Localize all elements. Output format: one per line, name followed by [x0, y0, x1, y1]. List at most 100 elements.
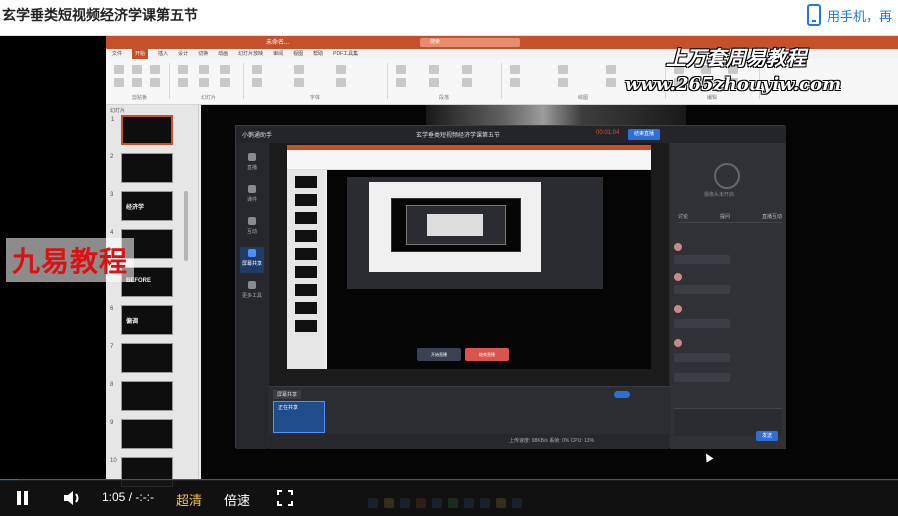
ppt-tab[interactable]: 设计 [178, 49, 188, 59]
ribbon-tool-icon[interactable] [462, 78, 472, 87]
chat-message [674, 353, 730, 362]
share-nav-item[interactable]: 更多工具 [240, 279, 264, 305]
ribbon-tool-icon[interactable] [606, 78, 616, 87]
ppt-tab[interactable]: 切换 [198, 49, 208, 59]
chat-message [674, 373, 730, 382]
ribbon-tool-icon[interactable] [429, 65, 439, 74]
share-source-tab[interactable]: 屏幕共享 [273, 390, 302, 399]
ribbon-tool-icon[interactable] [178, 65, 188, 74]
ribbon-tool-icon[interactable] [510, 65, 520, 74]
share-nav-label: 更多工具 [241, 293, 262, 299]
fullscreen-icon[interactable] [277, 490, 293, 506]
slide-thumbnail[interactable]: 2 [110, 153, 173, 183]
slide-thumbnail[interactable]: 6 偏调 [110, 305, 173, 335]
share-nav-icon [248, 185, 256, 193]
slide-thumbnail[interactable]: 8 [110, 381, 173, 411]
slide-number: 3 [110, 192, 114, 198]
slide-thumbnail[interactable]: 1 [111, 115, 173, 145]
share-nav-icon [248, 281, 256, 289]
ribbon-tool-icon[interactable] [294, 78, 304, 87]
ppt-tab[interactable]: PDF工具集 [333, 49, 358, 59]
ribbon-tool-icon[interactable] [396, 78, 406, 87]
ppt-tab[interactable]: 开始 [132, 49, 149, 59]
end-live-button[interactable]: 结束直播 [628, 129, 660, 140]
share-nav-item[interactable]: 直播 [240, 151, 264, 177]
ribbon-tool-icon[interactable] [114, 78, 124, 87]
ribbon-group: 段落 [392, 63, 502, 101]
ribbon-tool-icon[interactable] [252, 78, 262, 87]
share-nav-icon [248, 153, 256, 161]
ppt-tab[interactable]: 动画 [218, 49, 228, 59]
ribbon-tool-icon[interactable] [199, 78, 209, 87]
ribbon-tool-icon[interactable] [429, 78, 439, 87]
watermark-site-url: www.265zhouyiw.com [625, 74, 842, 95]
chat-message [674, 255, 730, 264]
share-app-name: 小鹅通助手 [242, 133, 273, 139]
slide-thumbnail[interactable]: 7 [110, 343, 173, 373]
ribbon-tool-icon[interactable] [150, 78, 160, 87]
volume-icon[interactable] [62, 489, 82, 507]
ribbon-tool-icon[interactable] [336, 78, 346, 87]
thumbnails-scrollbar[interactable] [184, 191, 188, 261]
pause-icon[interactable] [16, 491, 30, 505]
ribbon-tool-icon[interactable] [396, 65, 406, 74]
ribbon-tool-icon[interactable] [606, 65, 616, 74]
ribbon-tool-icon[interactable] [150, 65, 160, 74]
share-sidebar: 直播课件互动屏幕共享更多工具 [236, 143, 268, 449]
ribbon-group: 剪贴板 [110, 63, 170, 101]
send-button[interactable]: 发送 [756, 431, 778, 441]
nested-slide-2 [391, 198, 521, 252]
chat-tab[interactable]: 讨论 [678, 213, 688, 220]
ribbon-tool-icon[interactable] [178, 78, 188, 87]
chat-tab[interactable]: 提问 [720, 213, 730, 220]
ppt-tab[interactable]: 插入 [158, 49, 168, 59]
ribbon-tool-icon[interactable] [220, 78, 230, 87]
ribbon-group-label: 字体 [310, 95, 321, 101]
ribbon-group-label: 剪贴板 [132, 95, 148, 101]
phone-icon [806, 4, 821, 26]
watermark-brand: 九易教程 [6, 238, 135, 282]
slide-canvas: 小鹅通助手 玄学垂类短视频经济学课第五节 00:01:04 结束直播 直播 课件互… [201, 105, 898, 480]
slide-number: 2 [110, 154, 114, 160]
ppt-tab[interactable]: 视图 [293, 49, 303, 59]
ribbon-tool-icon[interactable] [220, 65, 230, 74]
ribbon-tool-icon[interactable] [558, 78, 568, 87]
ppt-tab[interactable]: 幻灯片放映 [238, 49, 263, 59]
shared-screen-preview: 开始直播 结束直播 [269, 143, 669, 386]
ribbon-tool-icon[interactable] [199, 65, 209, 74]
chat-tab[interactable]: 直播互动 [762, 213, 782, 220]
video-frame: 玄学垂类短视频经济学课第五节 用手机，再 未命名... 搜索 文件 开始 插入 设计切… [0, 0, 898, 516]
ribbon-tool-icon[interactable] [294, 65, 304, 74]
ribbon-tool-icon[interactable] [462, 65, 472, 74]
share-toggle[interactable] [614, 391, 630, 398]
ribbon-tool-icon[interactable] [510, 78, 520, 87]
slide-thumbnail[interactable]: 9 [110, 419, 173, 449]
share-nav-item[interactable]: 屏幕共享 [240, 247, 264, 273]
ribbon-tool-icon[interactable] [558, 65, 568, 74]
ribbon-tool-icon[interactable] [132, 65, 142, 74]
speed-button[interactable]: 倍速 [224, 490, 250, 509]
ribbon-group-label: 段落 [439, 95, 450, 101]
camera-icon[interactable] [714, 163, 740, 189]
ppt-tab[interactable]: 审阅 [273, 49, 283, 59]
quality-button[interactable]: 超清 [176, 490, 202, 509]
share-source-card[interactable]: 正在共享 [273, 401, 325, 433]
phone-link-label: 用手机，再 [826, 8, 892, 24]
ribbon-group-label: 编辑 [707, 95, 718, 101]
share-nav-item[interactable]: 互动 [240, 215, 264, 241]
ribbon-tool-icon[interactable] [336, 65, 346, 74]
ppt-tab[interactable]: 帮助 [313, 49, 323, 59]
share-status-bar: 上传速度: 98KB/s 丢帧: 0% CPU: 13% [269, 434, 669, 449]
share-bottom-bar: 屏幕共享 正在共享 [269, 386, 669, 434]
ppt-tab[interactable]: 文件 [112, 49, 122, 59]
chat-message [674, 319, 730, 328]
slide-thumbnail[interactable]: 3 经济学 [110, 191, 173, 221]
share-timer: 00:01:04 [596, 130, 620, 136]
ribbon-tool-icon[interactable] [132, 78, 142, 87]
share-nav-item[interactable]: 课件 [240, 183, 264, 209]
share-nav-label: 屏幕共享 [241, 261, 262, 267]
ribbon-tool-icon[interactable] [114, 65, 124, 74]
phone-link[interactable]: 用手机，再 [806, 4, 892, 26]
ppt-search-input[interactable]: 搜索 [420, 38, 520, 47]
ribbon-tool-icon[interactable] [252, 65, 262, 74]
